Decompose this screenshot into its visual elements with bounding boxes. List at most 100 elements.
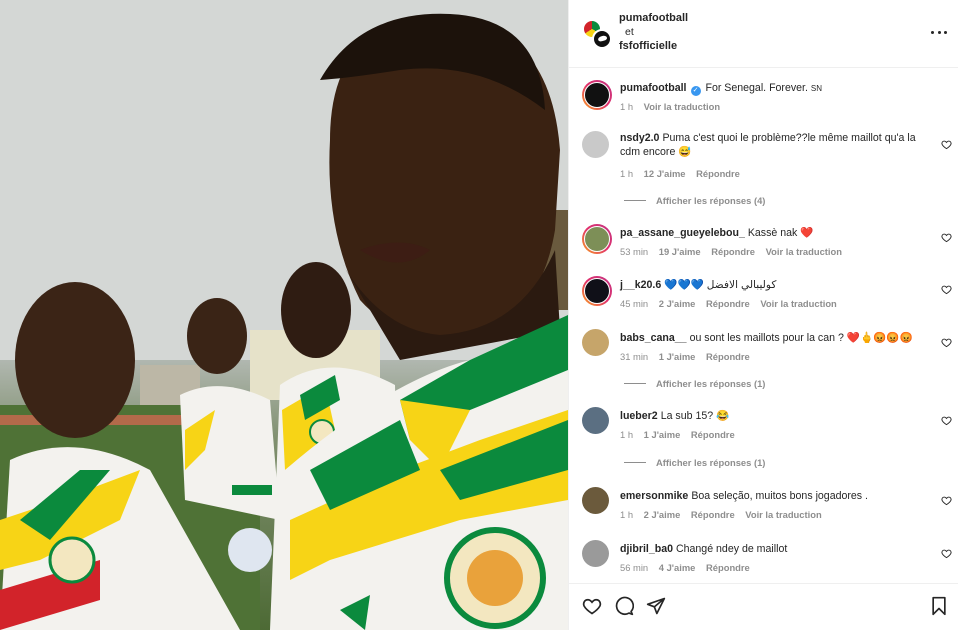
comment-username[interactable]: nsdy2.0 [620,132,659,144]
comment-username[interactable]: djibril_ba0 [620,543,673,555]
view-replies-button[interactable]: Afficher les réponses (1) [624,378,765,389]
heart-icon[interactable] [941,495,952,506]
players-photo [0,0,568,630]
reply-button[interactable]: Répondre [711,246,755,257]
avatar[interactable] [582,487,609,514]
comment-meta: 1 h 12 J'aime Répondre [620,168,748,179]
comment-likes[interactable]: 2 J'aime [659,298,696,309]
comment-meta: 56 min 4 J'aime Répondre [620,562,758,573]
heart-icon[interactable] [582,596,602,616]
avatar[interactable] [592,29,612,49]
comment-body: Kassè nak [747,227,798,239]
post-image[interactable] [0,0,568,630]
comment-username[interactable]: pa_assane_gueyelebou_ [620,227,745,239]
avatar[interactable] [582,131,609,158]
comment-username[interactable]: babs_cana__ [620,332,687,344]
view-replies-label: Afficher les réponses (1) [656,457,766,468]
comment-likes[interactable]: 12 J'aime [644,168,686,179]
comment-meta: 53 min 19 J'aime Répondre Voir la traduc… [620,246,850,257]
comment-body: Changé ndey de maillot [675,543,788,555]
comment-body: La sub 15? [660,410,714,422]
comment-text: nsdy2.0 Puma c'est quoi le problème??le m… [620,131,936,159]
comment-body: Puma c'est quoi le problème??le même mai… [620,132,916,158]
comment-time: 53 min [620,246,649,257]
collab-separator: et [625,26,634,38]
more-icon[interactable] [931,24,947,40]
post-header: pumafootball et fsfofficielle [569,0,958,68]
comment-time: 56 min [620,562,649,573]
comment-username[interactable]: emersonmike [620,490,688,502]
comment-meta: 1 h 1 J'aime Répondre [620,429,743,440]
share-icon[interactable] [646,596,666,616]
translate-link[interactable]: Voir la traduction [745,509,821,520]
comment-time: 1 h [620,429,634,440]
comment-likes[interactable]: 1 J'aime [659,351,696,362]
reply-button[interactable]: Répondre [691,429,735,440]
comment-body: Boa seleção, muitos bons jogadores . [691,490,868,502]
view-replies-button[interactable]: Afficher les réponses (1) [624,457,765,468]
view-replies-label: Afficher les réponses (4) [656,195,766,206]
comment-time: 1 h [620,168,634,179]
comment-text: djibril_ba0 Changé ndey de maillot [620,542,936,556]
comment-emoji: ❤️🖕😡😡😡 [846,332,913,344]
comment-username[interactable]: lueber2 [620,410,658,422]
comment-text: lueber2 La sub 15? 😂 [620,409,936,423]
comment-text: babs_cana__ ou sont les maillots pour la … [620,331,936,345]
translate-link[interactable]: Voir la traduction [766,246,842,257]
comment-likes[interactable]: 1 J'aime [644,429,681,440]
comment-emoji: ❤️ [800,227,814,239]
comment-body: كوليبالي الافضل [706,279,777,291]
reply-button[interactable]: Répondre [691,509,735,520]
reply-button[interactable]: Répondre [706,298,750,309]
comment-emoji: 😂 [716,410,730,422]
reply-button[interactable]: Répondre [706,351,750,362]
translate-link[interactable]: Voir la traduction [644,101,720,112]
comment-likes[interactable]: 19 J'aime [659,246,701,257]
action-bar [569,583,958,630]
post-sidebar: pumafootball et fsfofficielle pumafootba… [568,0,958,630]
collab-names: pumafootball et fsfofficielle [619,11,688,53]
comment-time: 45 min [620,298,649,309]
collab-avatars[interactable] [582,19,612,49]
avatar[interactable] [582,276,612,306]
author-username[interactable]: pumafootball [619,11,688,25]
comment-text: j__k20.6 💙💙💙 كوليبالي الافضل [620,278,936,292]
caption-flag: SN [810,84,822,93]
comment-emoji: 💙💙💙 [664,279,704,291]
comment-meta: 45 min 2 J'aime Répondre Voir la traduct… [620,298,845,309]
reply-button[interactable]: Répondre [696,168,740,179]
avatar[interactable] [582,407,609,434]
heart-icon[interactable] [941,139,952,150]
comment-emoji: 😅 [678,146,692,158]
comment-icon[interactable] [614,596,634,616]
caption-text: pumafootball ✓ For Senegal. Forever. SN [620,81,936,96]
comment-time: 1 h [620,509,634,520]
heart-icon[interactable] [941,337,952,348]
coauthor-username[interactable]: fsfofficielle [619,39,688,53]
comment-meta: 31 min 1 J'aime Répondre [620,351,758,362]
comment-list[interactable]: pumafootball ✓ For Senegal. Forever. SN 1… [569,69,958,583]
caption-username[interactable]: pumafootball [620,82,687,94]
verified-icon: ✓ [690,86,701,96]
heart-icon[interactable] [941,415,952,426]
view-replies-button[interactable]: Afficher les réponses (4) [624,195,765,206]
avatar[interactable] [582,80,612,110]
avatar[interactable] [582,540,609,567]
comment-likes[interactable]: 2 J'aime [644,509,681,520]
heart-icon[interactable] [941,548,952,559]
comment-meta: 1 h 2 J'aime Répondre Voir la traduction [620,509,830,520]
comment-username[interactable]: j__k20.6 [620,279,661,291]
comment-likes[interactable]: 4 J'aime [659,562,696,573]
caption-meta: 1 h Voir la traduction [620,101,728,112]
reply-button[interactable]: Répondre [706,562,750,573]
avatar[interactable] [582,329,609,356]
view-replies-label: Afficher les réponses (1) [656,378,766,389]
heart-icon[interactable] [941,284,952,295]
avatar[interactable] [582,224,612,254]
comment-body: ou sont les maillots pour la can ? [689,332,844,344]
bookmark-icon[interactable] [929,596,949,616]
caption-body: For Senegal. Forever. [705,82,811,94]
caption-time: 1 h [620,101,634,112]
translate-link[interactable]: Voir la traduction [760,298,836,309]
heart-icon[interactable] [941,232,952,243]
